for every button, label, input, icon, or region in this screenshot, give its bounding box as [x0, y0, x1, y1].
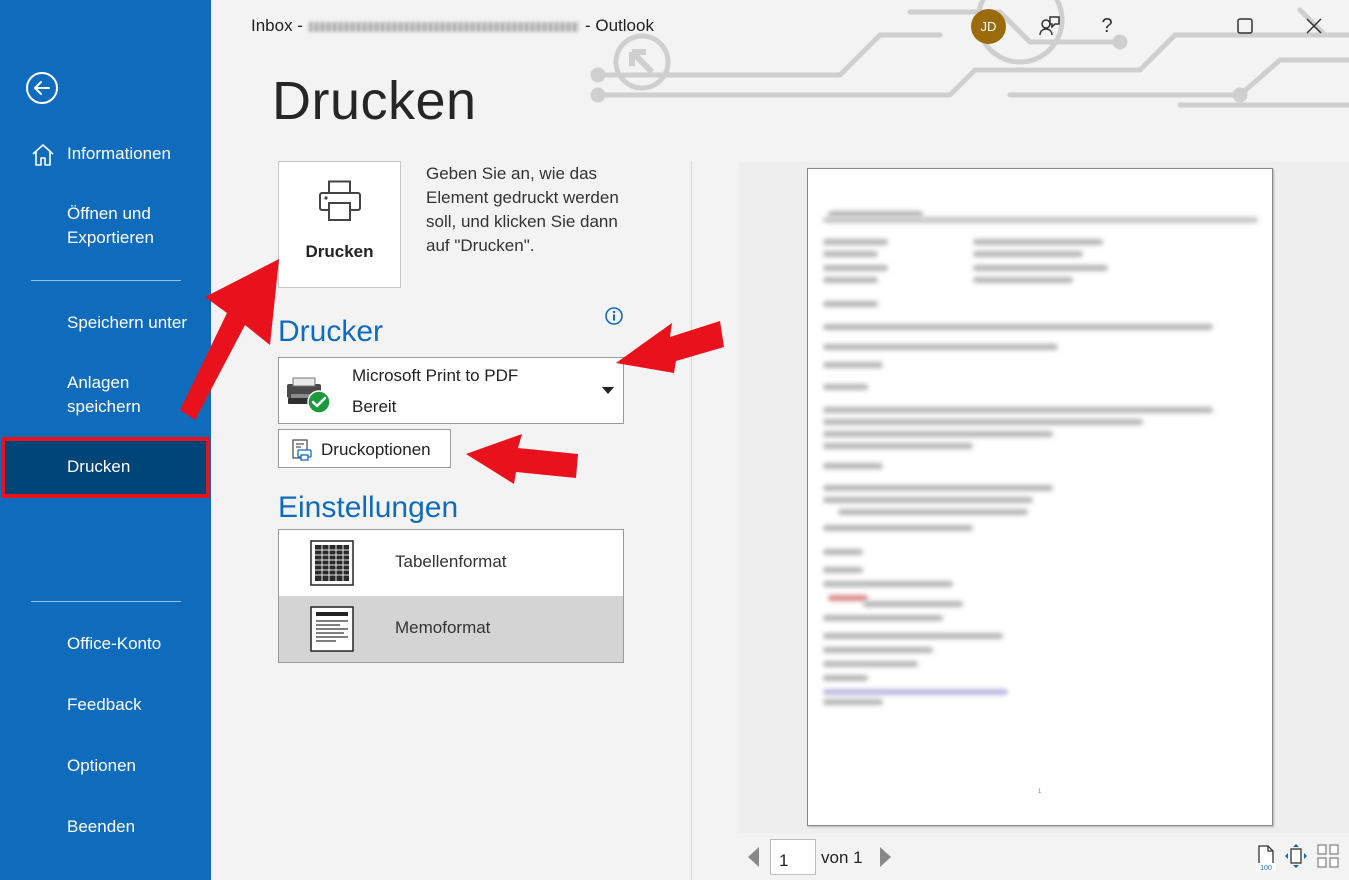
actual-size-icon[interactable]: 100 — [1256, 844, 1276, 872]
redacted-account — [308, 21, 579, 32]
print-style-label: Tabellenformat — [395, 552, 507, 571]
window-title-prefix: Inbox - — [251, 16, 303, 35]
sidebar-divider — [31, 601, 181, 602]
print-description: Geben Sie an, wie das Element gedruckt w… — [426, 164, 619, 255]
printer-icon — [319, 180, 361, 221]
sidebar-item-label: Feedback — [67, 695, 142, 714]
sidebar-item-label: Informationen — [67, 144, 171, 163]
sidebar-item-office-konto[interactable]: Office-Konto — [0, 632, 211, 656]
close-button[interactable] — [1299, 12, 1329, 40]
print-style-memoformat[interactable]: Memoformat — [279, 596, 623, 662]
sidebar-divider — [31, 280, 181, 281]
sidebar-item-anlagen-speichern[interactable]: Anlagen speichern — [0, 371, 175, 419]
sidebar-item-label: Anlagen speichern — [67, 373, 141, 416]
memo-style-icon — [310, 606, 354, 652]
help-icon: ? — [1101, 14, 1113, 37]
sidebar-item-label: Drucken — [67, 457, 131, 476]
sidebar-item-beenden[interactable]: Beenden — [0, 815, 211, 839]
chevron-down-icon — [602, 387, 614, 394]
print-preview-page: 1 — [807, 168, 1273, 826]
page-title: Drucken — [272, 71, 477, 131]
print-options-label: Druckoptionen — [321, 440, 431, 459]
window-title: Inbox - - Outlook — [251, 16, 654, 36]
sidebar-item-optionen[interactable]: Optionen — [0, 754, 211, 778]
sidebar-item-informationen[interactable]: Informationen — [0, 142, 211, 166]
person-feedback-icon — [1039, 16, 1060, 36]
home-icon — [32, 144, 54, 166]
printer-status: Bereit — [352, 397, 397, 416]
arrow-left-icon — [34, 81, 50, 95]
printer-name: Microsoft Print to PDF — [352, 366, 519, 385]
coauthor-button[interactable] — [1034, 12, 1064, 40]
printer-ready-icon — [287, 377, 331, 414]
maximize-button[interactable] — [1230, 12, 1260, 40]
previous-page-button[interactable] — [748, 847, 759, 867]
back-button[interactable] — [26, 72, 58, 104]
print-button[interactable]: Drucken — [278, 161, 401, 288]
sidebar-item-drucken[interactable]: Drucken — [1, 437, 210, 498]
sidebar-item-label: Optionen — [67, 756, 136, 775]
svg-text:100: 100 — [1260, 865, 1272, 872]
sidebar-item-feedback[interactable]: Feedback — [0, 693, 211, 717]
print-button-label: Drucken — [305, 242, 374, 261]
printer-section-title: Drucker — [278, 315, 384, 348]
sidebar-item-label: Öffnen und Exportieren — [67, 204, 154, 247]
preview-page-number: 1 — [1038, 789, 1042, 795]
page-count-label: von 1 — [821, 848, 863, 867]
sidebar-item-label: Office-Konto — [67, 634, 162, 653]
annotation-arrow — [466, 434, 578, 484]
print-options-icon — [292, 439, 312, 461]
print-options-button[interactable]: Druckoptionen — [278, 429, 451, 468]
print-style-list: Tabellenformat Memoformat — [278, 529, 624, 663]
print-style-label: Memoformat — [395, 618, 491, 637]
table-style-icon — [310, 540, 354, 586]
avatar[interactable]: JD — [971, 9, 1006, 44]
multiple-pages-icon[interactable] — [1317, 844, 1339, 868]
next-page-button[interactable] — [880, 847, 891, 867]
printer-dropdown[interactable]: Microsoft Print to PDF Bereit — [278, 357, 624, 424]
sidebar-item-speichern-unter[interactable]: Speichern unter — [0, 311, 211, 335]
fit-page-icon[interactable] — [1285, 844, 1307, 868]
backstage-sidebar: Informationen Öffnen und Exportieren Spe… — [0, 0, 211, 880]
print-style-tabellenformat[interactable]: Tabellenformat — [279, 530, 623, 596]
annotation-arrow — [616, 321, 724, 373]
settings-section-title: Einstellungen — [278, 491, 459, 524]
avatar-initials: JD — [980, 19, 997, 34]
info-icon[interactable] — [604, 306, 624, 326]
close-icon — [1306, 18, 1322, 34]
sidebar-item-label: Speichern unter — [67, 313, 188, 332]
help-button[interactable]: ? — [1092, 12, 1122, 40]
page-number-input[interactable] — [770, 839, 816, 875]
window-title-suffix: - Outlook — [584, 16, 654, 35]
panel-divider — [691, 161, 692, 880]
sidebar-item-label: Beenden — [67, 817, 136, 836]
sidebar-item-oeffnen-exportieren[interactable]: Öffnen und Exportieren — [0, 202, 200, 250]
maximize-icon — [1237, 18, 1253, 34]
